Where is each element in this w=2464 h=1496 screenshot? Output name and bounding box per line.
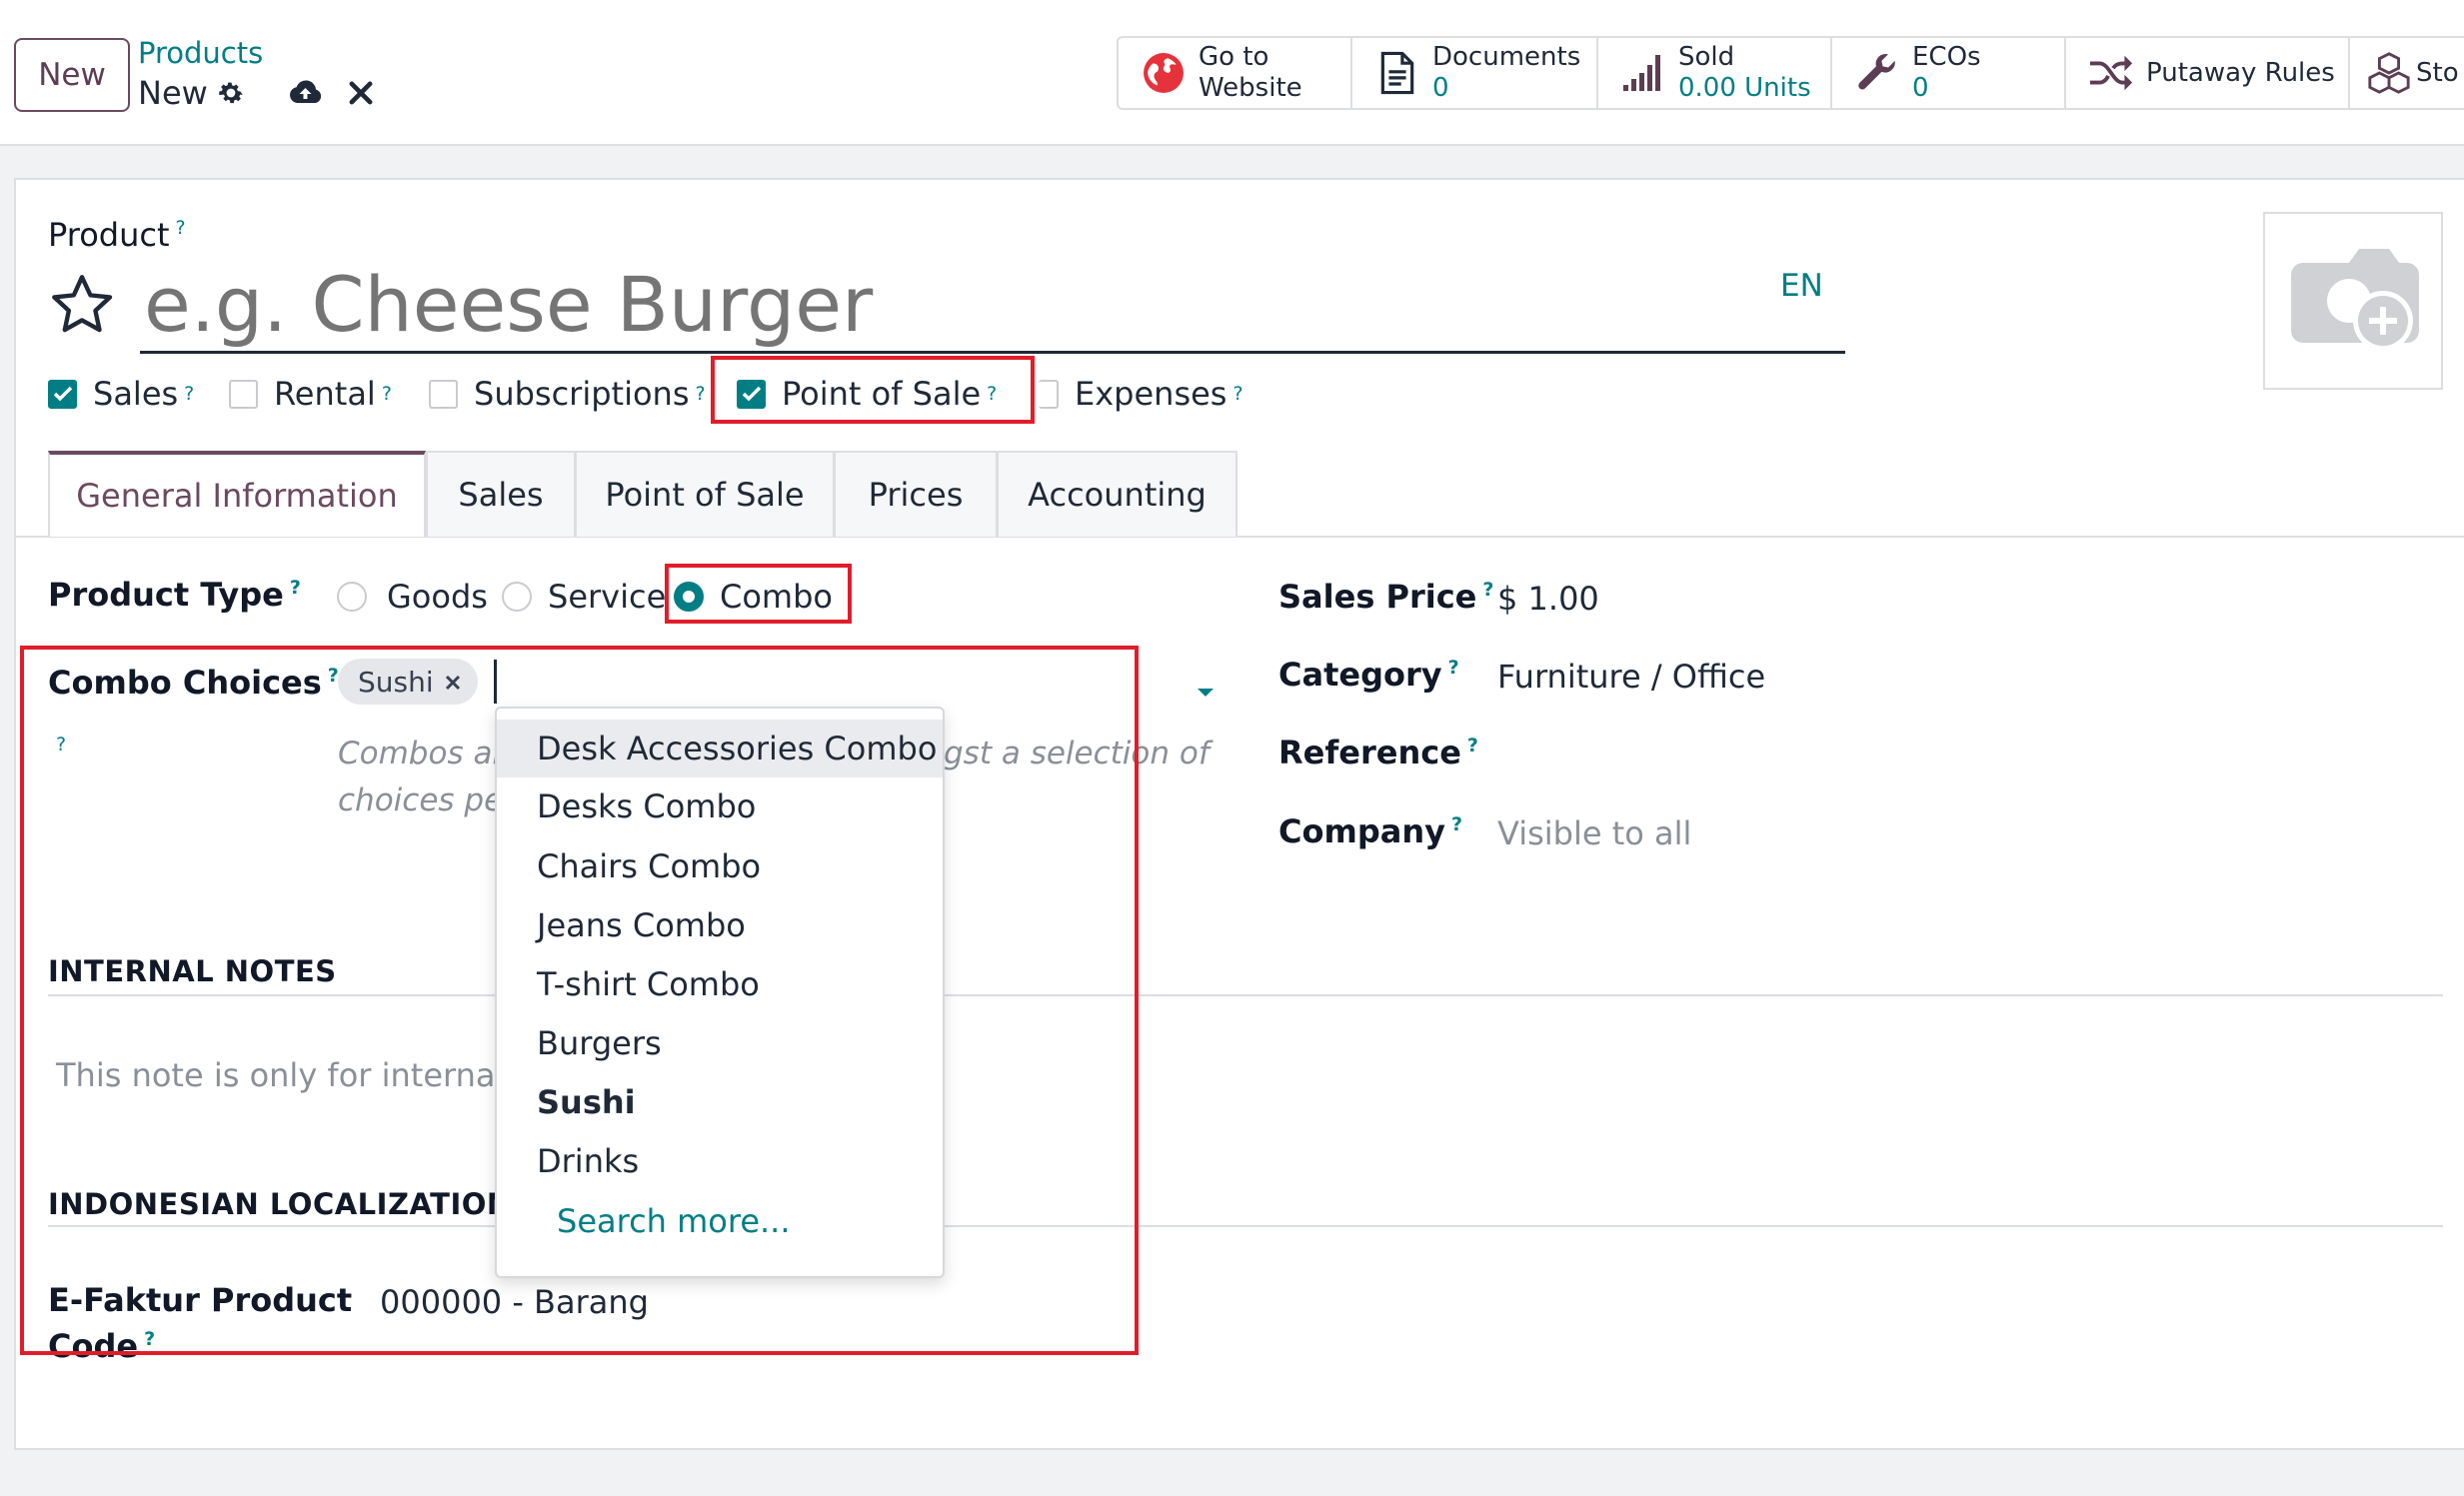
dropdown-item[interactable]: Sushi	[497, 1073, 943, 1131]
breadcrumb-current: New	[138, 74, 208, 112]
category-label: Category?	[1278, 656, 1459, 694]
point-of-sale-checkbox[interactable]	[737, 379, 766, 409]
company-label: Company?	[1278, 812, 1462, 850]
go-to-website-button[interactable]: Go to Website	[1117, 36, 1352, 110]
breadcrumb-products-link[interactable]: Products	[138, 36, 263, 70]
bar-chart-icon	[1620, 50, 1666, 96]
combo-radio[interactable]	[674, 582, 704, 612]
dropdown-item[interactable]: Desks Combo	[497, 777, 943, 835]
gear-icon[interactable]	[216, 78, 246, 112]
wrench-icon	[1854, 50, 1900, 96]
internal-notes-divider	[48, 994, 2443, 996]
subscriptions-checkbox[interactable]	[429, 379, 458, 409]
dropdown-item[interactable]: Chairs Combo	[497, 837, 943, 895]
tab-point-of-sale[interactable]: Point of Sale	[575, 451, 835, 537]
flag-rental[interactable]: Rental?	[229, 375, 392, 413]
combo-choices-label: Combo Choices?	[48, 664, 339, 702]
flag-point-of-sale[interactable]: Point of Sale?	[737, 375, 997, 413]
sold-units-button[interactable]: Sold 0.00 Units	[1598, 36, 1832, 110]
ecos-button[interactable]: ECOs 0	[1832, 36, 2066, 110]
combo-help-icon[interactable]: ?	[56, 734, 66, 755]
dropdown-item[interactable]: Drinks	[497, 1132, 943, 1190]
putaway-rules-button[interactable]: Putaway Rules	[2066, 36, 2350, 110]
category-input[interactable]: Furniture / Office	[1497, 658, 1765, 696]
rental-checkbox[interactable]	[229, 379, 258, 409]
discard-close-icon[interactable]	[348, 80, 374, 110]
remove-tag-icon[interactable]	[444, 666, 462, 699]
product-image-upload[interactable]	[2263, 212, 2443, 390]
document-icon	[1374, 50, 1420, 96]
globe-icon	[1141, 50, 1187, 96]
goods-radio[interactable]	[337, 582, 367, 612]
combo-help-text-2: choices per	[338, 782, 516, 818]
efaktur-label-2: Code?	[48, 1327, 156, 1365]
favorite-star-icon[interactable]	[46, 270, 118, 344]
tab-accounting[interactable]: Accounting	[997, 451, 1237, 537]
flag-subscriptions[interactable]: Subscriptions?	[429, 375, 706, 413]
product-type-service[interactable]: Service	[502, 578, 666, 616]
dropdown-item[interactable]: Jeans Combo	[497, 896, 943, 954]
control-panel: New Products New Go to Website Documents 0…	[0, 0, 2464, 146]
shuffle-icon	[2088, 50, 2134, 96]
product-type-goods[interactable]: Goods	[337, 578, 488, 616]
company-input[interactable]: Visible to all	[1497, 814, 1691, 852]
caret-down-icon[interactable]	[1196, 684, 1216, 703]
product-type-combo[interactable]: Combo	[674, 578, 833, 616]
combo-input-cursor[interactable]	[494, 660, 497, 704]
flag-sales[interactable]: Sales?	[48, 375, 194, 413]
dropdown-item[interactable]: Desk Accessories Combo	[497, 720, 943, 777]
service-radio[interactable]	[502, 582, 532, 612]
documents-button[interactable]: Documents 0	[1352, 36, 1598, 110]
sales-price-input[interactable]: $ 1.00	[1497, 580, 1599, 618]
new-button[interactable]: New	[14, 38, 130, 112]
sales-price-label: Sales Price?	[1278, 578, 1494, 616]
language-toggle[interactable]: EN	[1780, 268, 1823, 304]
search-more-link[interactable]: Search more...	[497, 1192, 943, 1250]
combo-help-text-tail: gst a selection of	[944, 736, 1210, 771]
camera-add-icon	[2291, 249, 2419, 351]
cloud-upload-icon[interactable]	[288, 78, 324, 112]
dropdown-item[interactable]: T-shirt Combo	[497, 955, 943, 1013]
combo-tag-sushi: Sushi	[338, 659, 478, 705]
stock-button[interactable]: Sto	[2350, 36, 2464, 110]
combo-autocomplete-dropdown: Desk Accessories Combo Desks Combo Chair…	[495, 707, 945, 1278]
internal-notes-input[interactable]: This note is only for internal p	[56, 1056, 535, 1094]
dropdown-item[interactable]: Burgers	[497, 1014, 943, 1072]
localization-title: INDONESIAN LOCALIZATION	[48, 1187, 512, 1221]
product-label: Product?	[48, 216, 186, 254]
internal-notes-title: INTERNAL NOTES	[48, 954, 337, 988]
tab-prices[interactable]: Prices	[834, 451, 998, 537]
efaktur-value[interactable]: 000000 - Barang	[380, 1283, 649, 1321]
tab-sales[interactable]: Sales	[426, 451, 576, 537]
flag-expenses[interactable]: Expenses?	[1039, 375, 1243, 413]
product-name-input[interactable]	[140, 258, 1845, 354]
tab-general-information[interactable]: General Information	[48, 451, 426, 537]
sales-checkbox[interactable]	[48, 379, 77, 409]
reference-label: Reference?	[1278, 734, 1478, 771]
combo-help-text: Combos all	[338, 736, 510, 771]
expenses-checkbox[interactable]	[1039, 379, 1059, 409]
cubes-icon	[2366, 50, 2412, 96]
product-type-label: Product Type?	[48, 576, 301, 614]
efaktur-label: E-Faktur Product	[48, 1281, 353, 1319]
localization-divider	[48, 1225, 2443, 1227]
